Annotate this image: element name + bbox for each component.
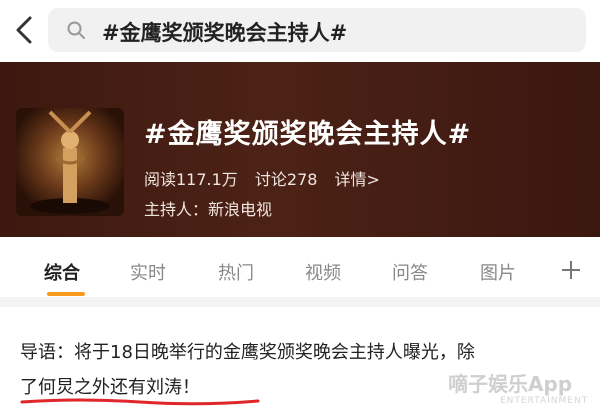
tab-realtime[interactable]: 实时: [130, 259, 166, 285]
lead-line-1: 导语：将于18日晚举行的金鹰奖颁奖晚会主持人曝光，除: [20, 342, 475, 363]
search-query: #金鹰奖颁奖晚会主持人#: [102, 21, 348, 45]
plus-icon[interactable]: [560, 259, 582, 281]
topic-header: #金鹰奖颁奖晚会主持人# 阅读117.1万 讨论278 详情> 主持人：新浪电视: [0, 62, 600, 237]
tab-video[interactable]: 视频: [305, 259, 341, 285]
watermark: 嘀子娱乐App: [448, 372, 573, 396]
search-input[interactable]: #金鹰奖颁奖晚会主持人#: [48, 8, 586, 52]
watermark-sub: ENTERTAINMENT: [500, 396, 589, 406]
topic-thumbnail: [16, 108, 124, 216]
tab-hot[interactable]: 热门: [218, 259, 254, 285]
topic-host: 主持人：新浪电视: [144, 200, 273, 219]
red-underline-mark: [20, 398, 260, 406]
tab-qa[interactable]: 问答: [392, 259, 428, 285]
tab-bar: 综合 实时 热门 视频 问答 图片: [0, 237, 600, 297]
section-divider: [0, 297, 600, 307]
topic-stats: 阅读117.1万 讨论278 详情>: [144, 166, 392, 190]
tab-comprehensive[interactable]: 综合: [44, 259, 80, 285]
top-bar: #金鹰奖颁奖晚会主持人#: [0, 0, 600, 60]
tab-images[interactable]: 图片: [480, 259, 516, 285]
active-tab-indicator: [47, 292, 85, 296]
details-link[interactable]: 详情>: [335, 170, 380, 189]
search-icon: [67, 21, 85, 39]
discuss-count: 讨论278: [254, 170, 318, 189]
back-icon[interactable]: [12, 14, 36, 46]
topic-title: #金鹰奖颁奖晚会主持人#: [144, 119, 472, 150]
read-count: 阅读117.1万: [144, 170, 238, 189]
